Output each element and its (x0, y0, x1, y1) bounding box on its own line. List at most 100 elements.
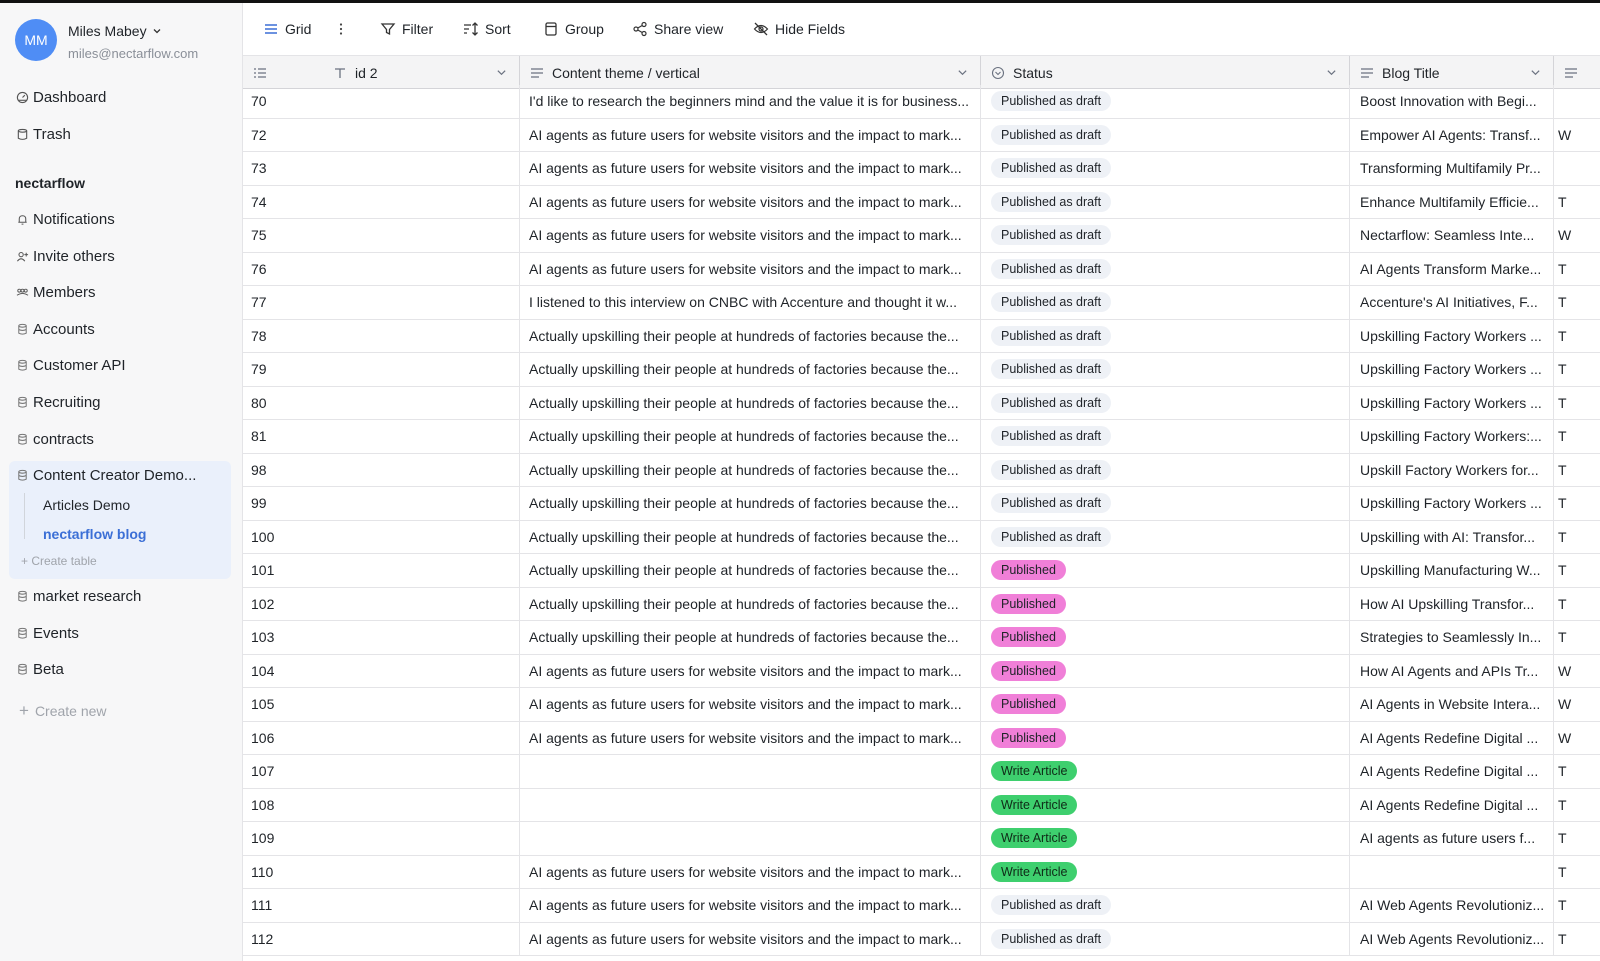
cell-title[interactable]: Accenture's AI Initiatives, F... (1350, 286, 1554, 319)
cell-title[interactable]: AI Agents Redefine Digital ... (1350, 788, 1554, 821)
table-row[interactable]: 105 AI agents as future users for website… (243, 688, 1600, 722)
cell-id[interactable]: 80 (243, 386, 520, 419)
cell-next[interactable] (1554, 152, 1600, 185)
table-row[interactable]: 110 AI agents as future users for website… (243, 855, 1600, 889)
cell-next[interactable]: T (1554, 320, 1600, 353)
cell-id[interactable]: 99 (243, 487, 520, 520)
cell-next[interactable]: T (1554, 521, 1600, 554)
cell-id[interactable]: 101 (243, 554, 520, 587)
table-row[interactable]: 103 Actually upskilling their people at h… (243, 621, 1600, 655)
cell-status[interactable]: Published as draft (981, 219, 1350, 252)
create-new-button[interactable]: + Create new (19, 701, 107, 721)
cell-id[interactable]: 103 (243, 621, 520, 654)
cell-id[interactable]: 70 (243, 85, 520, 118)
cell-status[interactable]: Published as draft (981, 922, 1350, 955)
cell-next[interactable]: T (1554, 253, 1600, 286)
cell-status[interactable]: Published as draft (981, 185, 1350, 218)
cell-title[interactable]: Upskill Factory Workers for... (1350, 453, 1554, 486)
cell-title[interactable]: AI Web Agents Revolutioniz... (1350, 922, 1554, 955)
cell-next[interactable]: T (1554, 923, 1600, 956)
table-row[interactable]: 81 Actually upskilling their people at hu… (243, 420, 1600, 454)
cell-id[interactable]: 77 (243, 286, 520, 319)
cell-status[interactable]: Published as draft (981, 520, 1350, 553)
cell-status[interactable]: Write Article (981, 755, 1350, 788)
cell-title[interactable]: How AI Agents and APIs Tr... (1350, 654, 1554, 687)
cell-id[interactable]: 112 (243, 922, 520, 955)
table-row[interactable]: 102 Actually upskilling their people at h… (243, 587, 1600, 621)
cell-status[interactable]: Published (981, 721, 1350, 754)
sidebar-item-notifications[interactable]: Notifications (15, 207, 115, 231)
table-row[interactable]: 75 AI agents as future users for website … (243, 219, 1600, 253)
cell-theme[interactable]: I'd like to research the beginners mind … (520, 85, 981, 118)
cell-title[interactable]: How AI Upskilling Transfor... (1350, 587, 1554, 620)
table-row[interactable]: 108 Write Article AI Agents Redefine Digit… (243, 788, 1600, 822)
cell-id[interactable]: 105 (243, 688, 520, 721)
table-row[interactable]: 79 Actually upskilling their people at hu… (243, 353, 1600, 387)
table-row[interactable]: 73 AI agents as future users for website … (243, 152, 1600, 186)
create-table-button[interactable]: + Create table (21, 554, 97, 568)
sidebar-item-beta[interactable]: Beta (15, 657, 64, 681)
sidebar-item-contracts[interactable]: contracts (15, 427, 94, 451)
cell-id[interactable]: 102 (243, 587, 520, 620)
cell-status[interactable]: Published as draft (981, 889, 1350, 922)
chevron-down-icon[interactable] (957, 67, 968, 78)
cell-title[interactable]: Strategies to Seamlessly In... (1350, 621, 1554, 654)
share-view-button[interactable]: Share view (632, 19, 723, 39)
cell-status[interactable]: Published as draft (981, 453, 1350, 486)
user-name[interactable]: Miles Mabey (68, 23, 163, 39)
cell-id[interactable]: 72 (243, 118, 520, 151)
cell-title[interactable]: Nectarflow: Seamless Inte... (1350, 219, 1554, 252)
cell-next[interactable]: T (1554, 186, 1600, 219)
cell-theme[interactable]: AI agents as future users for website vi… (520, 152, 981, 185)
cell-id[interactable]: 109 (243, 822, 520, 855)
cell-status[interactable]: Published (981, 587, 1350, 620)
cell-id[interactable]: 73 (243, 152, 520, 185)
cell-status[interactable]: Published as draft (981, 152, 1350, 185)
cell-theme[interactable]: Actually upskilling their people at hund… (520, 353, 981, 386)
table-row[interactable]: 111 AI agents as future users for website… (243, 889, 1600, 923)
cell-status[interactable]: Write Article (981, 788, 1350, 821)
cell-id[interactable]: 108 (243, 788, 520, 821)
cell-status[interactable]: Published as draft (981, 487, 1350, 520)
cell-theme[interactable]: AI agents as future users for website vi… (520, 889, 981, 922)
cell-theme[interactable]: AI agents as future users for website vi… (520, 922, 981, 955)
cell-theme[interactable]: AI agents as future users for website vi… (520, 219, 981, 252)
table-row[interactable]: 78 Actually upskilling their people at hu… (243, 319, 1600, 353)
cell-id[interactable]: 75 (243, 219, 520, 252)
cell-title[interactable] (1350, 855, 1554, 888)
table-row[interactable]: 77 I listened to this interview on CNBC w… (243, 286, 1600, 320)
cell-id[interactable]: 111 (243, 889, 520, 922)
cell-next[interactable]: T (1554, 387, 1600, 420)
cell-theme[interactable]: AI agents as future users for website vi… (520, 118, 981, 151)
cell-theme[interactable] (520, 788, 981, 821)
cell-next[interactable]: T (1554, 286, 1600, 319)
cell-status[interactable]: Published as draft (981, 353, 1350, 386)
cell-theme[interactable]: AI agents as future users for website vi… (520, 185, 981, 218)
hide-fields-button[interactable]: Hide Fields (753, 19, 845, 39)
cell-theme[interactable]: AI agents as future users for website vi… (520, 721, 981, 754)
table-row[interactable]: 106 AI agents as future users for website… (243, 721, 1600, 755)
chevron-down-icon[interactable] (496, 67, 507, 78)
cell-theme[interactable]: Actually upskilling their people at hund… (520, 621, 981, 654)
cell-title[interactable]: Upskilling Factory Workers ... (1350, 319, 1554, 352)
cell-title[interactable]: Upskilling Factory Workers ... (1350, 487, 1554, 520)
cell-id[interactable]: 104 (243, 654, 520, 687)
cell-theme[interactable] (520, 755, 981, 788)
cell-title[interactable]: AI Web Agents Revolutioniz... (1350, 889, 1554, 922)
cell-status[interactable]: Published as draft (981, 286, 1350, 319)
cell-next[interactable]: W (1554, 688, 1600, 721)
cell-id[interactable]: 110 (243, 855, 520, 888)
sidebar-item-accounts[interactable]: Accounts (15, 317, 95, 341)
cell-status[interactable]: Published (981, 688, 1350, 721)
cell-title[interactable]: AI Agents Redefine Digital ... (1350, 755, 1554, 788)
cell-status[interactable]: Published as draft (981, 118, 1350, 151)
cell-status[interactable]: Published as draft (981, 420, 1350, 453)
cell-id[interactable]: 100 (243, 520, 520, 553)
table-row[interactable]: 104 AI agents as future users for website… (243, 654, 1600, 688)
cell-title[interactable]: Enhance Multifamily Efficie... (1350, 185, 1554, 218)
sidebar-item-invite[interactable]: Invite others (15, 244, 115, 268)
cell-next[interactable]: W (1554, 219, 1600, 252)
chevron-down-icon[interactable] (1530, 67, 1541, 78)
cell-next[interactable]: W (1554, 722, 1600, 755)
cell-id[interactable]: 81 (243, 420, 520, 453)
